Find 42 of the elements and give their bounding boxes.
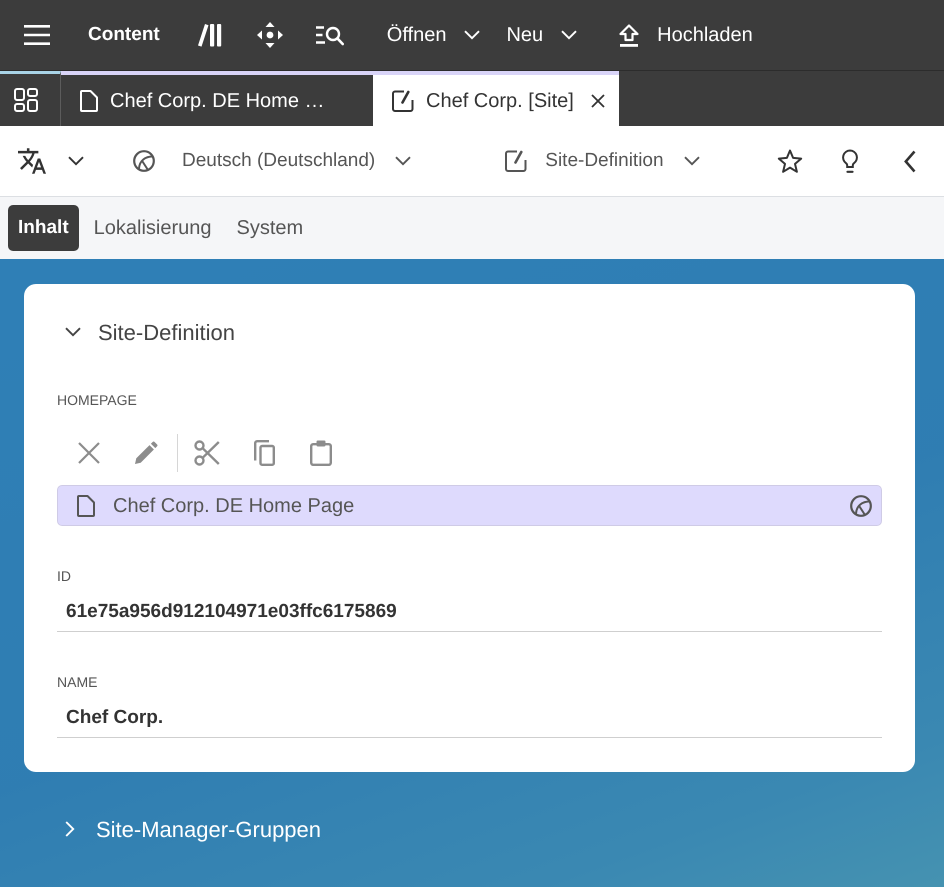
lightbulb-icon[interactable] — [841, 148, 859, 174]
pen-square-icon[interactable] — [505, 150, 528, 172]
pencil-icon[interactable] — [134, 441, 158, 465]
dropdown-button[interactable]: Öffnen — [360, 0, 500, 70]
locale-dropdown[interactable]: Deutsch (Deutschland) — [133, 146, 412, 176]
text-field[interactable]: 61e75a956d912104971e03ffc6175869 — [57, 592, 882, 632]
link-field[interactable]: Chef Corp. DE Home Page — [57, 485, 882, 526]
app-title: Content — [88, 22, 160, 47]
clipboard-icon[interactable] — [310, 440, 332, 466]
translate-icon[interactable] — [18, 148, 46, 174]
chevron-left-icon[interactable] — [904, 150, 916, 172]
field-label: HOMEPAGE — [57, 391, 138, 410]
section-toggle[interactable]: Site-Manager-Gruppen — [57, 805, 322, 853]
copy-icon[interactable] — [252, 440, 274, 466]
upload-icon[interactable] — [618, 24, 640, 46]
chevron-down-icon[interactable] — [684, 156, 700, 166]
chevron-down-icon[interactable] — [395, 156, 412, 166]
view-tab[interactable]: System — [226, 205, 314, 251]
editor-tab[interactable]: Chef Corp. [Site] — [373, 71, 619, 126]
chevron-down-icon[interactable] — [68, 156, 84, 166]
search-icon[interactable] — [316, 24, 344, 46]
globe-icon — [850, 494, 872, 516]
text-field[interactable]: Chef Corp. — [57, 698, 882, 738]
scissors-icon[interactable] — [194, 440, 220, 466]
globe-icon[interactable] — [133, 150, 155, 172]
document-icon — [77, 494, 95, 516]
section-toggle[interactable]: Site-Definition — [57, 308, 235, 356]
dashboard-icon[interactable] — [14, 88, 38, 112]
menu-icon[interactable] — [24, 25, 50, 45]
library-icon[interactable] — [197, 23, 222, 47]
pen-square-icon — [392, 90, 414, 112]
document-icon — [80, 90, 98, 112]
move-arrows-icon[interactable] — [256, 22, 283, 48]
field-label: NAME — [57, 673, 98, 692]
dropdown-button[interactable]: Neu — [500, 0, 598, 70]
document-type-dropdown[interactable]: Site-Definition — [505, 146, 700, 176]
view-tab[interactable]: Lokalisierung — [84, 205, 222, 251]
close-icon[interactable] — [590, 94, 605, 108]
star-icon[interactable] — [777, 148, 803, 174]
upload-button[interactable]: Hochladen — [597, 0, 753, 70]
field-label: ID — [57, 567, 72, 586]
view-tab[interactable]: Inhalt — [8, 205, 79, 251]
